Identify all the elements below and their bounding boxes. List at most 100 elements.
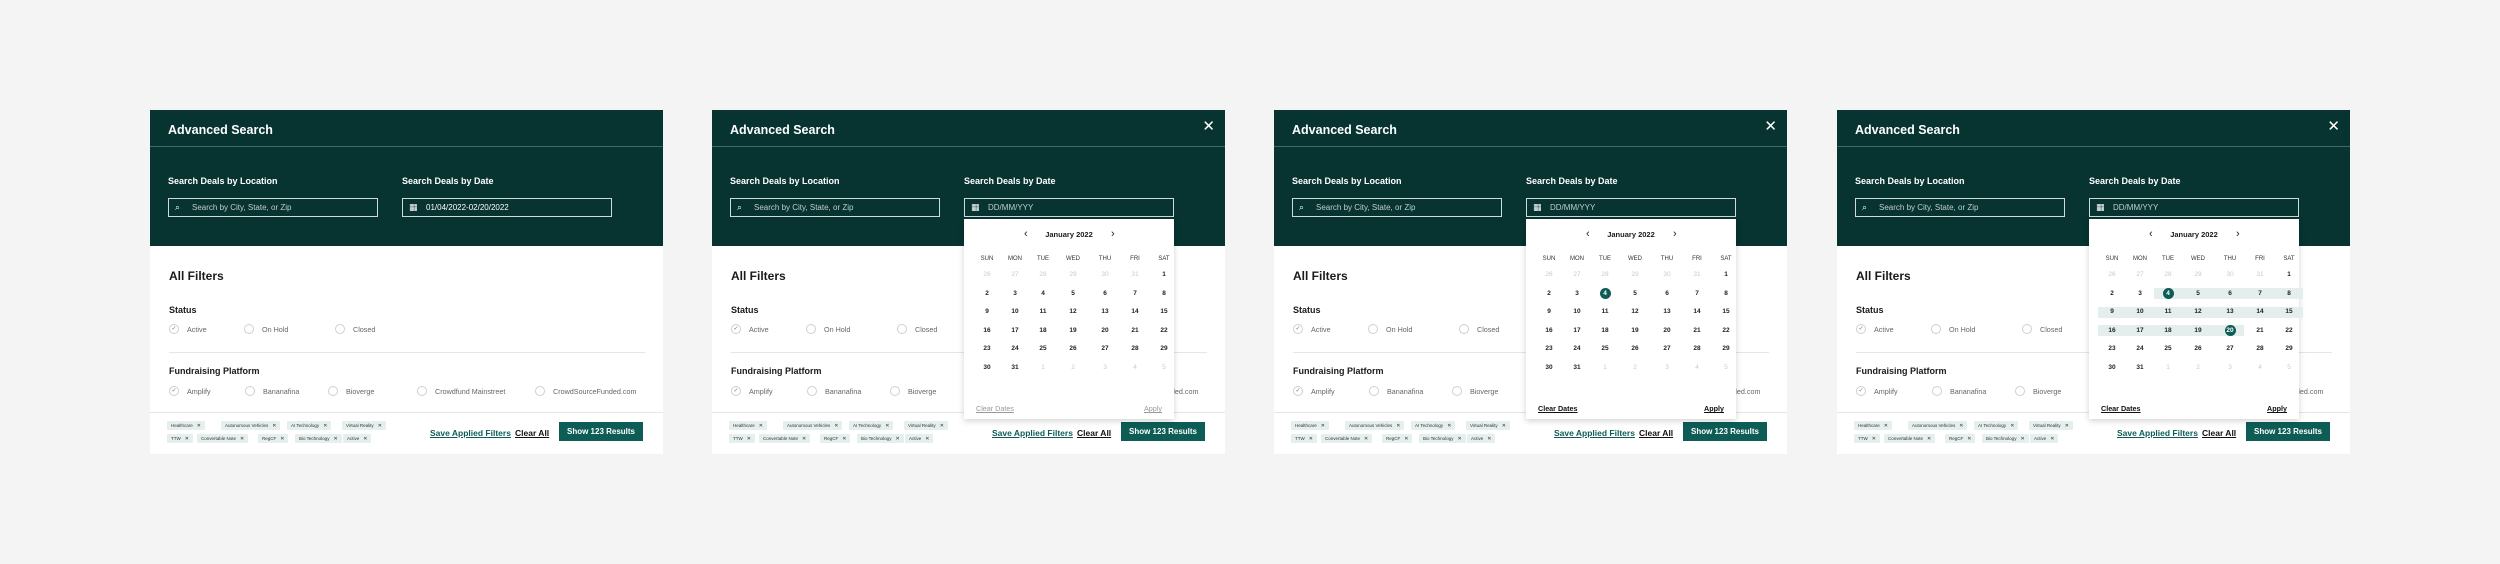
remove-chip-icon[interactable]: ✕ xyxy=(1502,423,1506,429)
checkbox-icon[interactable] xyxy=(1368,324,1378,334)
calendar-day[interactable]: 25 xyxy=(2155,343,2181,355)
calendar-day[interactable]: 17 xyxy=(1564,325,1590,337)
calendar-day[interactable]: 31 xyxy=(2127,362,2153,374)
platform-option-bioverge[interactable]: Bioverge xyxy=(2015,386,2061,396)
calendar-day[interactable]: 27 xyxy=(2217,343,2243,355)
save-applied-filters-link[interactable]: Save Applied Filters xyxy=(1554,428,1635,438)
remove-chip-icon[interactable]: ✕ xyxy=(1457,436,1461,442)
status-option-on-hold[interactable]: On Hold xyxy=(1368,324,1412,334)
remove-chip-icon[interactable]: ✕ xyxy=(240,436,244,442)
remove-chip-icon[interactable]: ✕ xyxy=(1404,436,1408,442)
checkbox-icon[interactable]: ✓ xyxy=(731,324,741,334)
remove-chip-icon[interactable]: ✕ xyxy=(1396,423,1400,429)
clear-dates-link[interactable]: Clear Dates xyxy=(2101,404,2141,413)
calendar-day[interactable]: 9 xyxy=(974,306,1000,318)
calendar-day[interactable]: 19 xyxy=(1622,325,1648,337)
checkbox-icon[interactable] xyxy=(335,324,345,334)
status-option-closed[interactable]: Closed xyxy=(897,324,937,334)
calendar-day[interactable]: 29 xyxy=(1713,343,1739,355)
remove-chip-icon[interactable]: ✕ xyxy=(1321,423,1325,429)
calendar-day[interactable]: 18 xyxy=(2155,325,2181,337)
calendar-day[interactable]: 27 xyxy=(1092,343,1118,355)
clear-dates-link[interactable]: Clear Dates xyxy=(976,404,1014,413)
chevron-right-icon[interactable]: › xyxy=(1111,229,1115,240)
calendar-day[interactable]: 6 xyxy=(1092,288,1118,300)
save-applied-filters-link[interactable]: Save Applied Filters xyxy=(992,428,1073,438)
calendar-day[interactable]: 30 xyxy=(1536,362,1562,374)
calendar-day[interactable]: 18 xyxy=(1030,325,1056,337)
platform-option-bioverge[interactable]: Bioverge xyxy=(890,386,936,396)
remove-chip-icon[interactable]: ✕ xyxy=(1447,423,1451,429)
calendar-day[interactable]: 5 xyxy=(1622,288,1648,300)
checkbox-icon[interactable] xyxy=(1459,324,1469,334)
chevron-left-icon[interactable]: ‹ xyxy=(2149,229,2153,240)
calendar-day[interactable]: 26 xyxy=(1060,343,1086,355)
remove-chip-icon[interactable]: ✕ xyxy=(280,436,284,442)
remove-chip-icon[interactable]: ✕ xyxy=(272,423,276,429)
remove-chip-icon[interactable]: ✕ xyxy=(2065,423,2069,429)
save-applied-filters-link[interactable]: Save Applied Filters xyxy=(430,428,511,438)
calendar-day[interactable]: 22 xyxy=(2276,325,2302,337)
remove-chip-icon[interactable]: ✕ xyxy=(1364,436,1368,442)
calendar-day[interactable]: 15 xyxy=(1713,306,1739,318)
calendar-day[interactable]: 7 xyxy=(1684,288,1710,300)
calendar-day[interactable]: 28 xyxy=(1684,343,1710,355)
calendar-day[interactable]: 21 xyxy=(1684,325,1710,337)
calendar-day[interactable]: 30 xyxy=(2099,362,2125,374)
calendar-day[interactable]: 23 xyxy=(1536,343,1562,355)
status-option-active[interactable]: ✓ Active xyxy=(731,324,769,334)
calendar-day[interactable]: 16 xyxy=(974,325,1000,337)
calendar-day[interactable]: 6 xyxy=(2217,288,2243,300)
remove-chip-icon[interactable]: ✕ xyxy=(1959,423,1963,429)
remove-chip-icon[interactable]: ✕ xyxy=(895,436,899,442)
platform-option-bananafina[interactable]: Bananafina xyxy=(1369,386,1423,396)
calendar-day[interactable]: 28 xyxy=(2247,343,2273,355)
calendar-day[interactable]: 17 xyxy=(2127,325,2153,337)
platform-option-bananafina[interactable]: Bananafina xyxy=(807,386,861,396)
calendar-day[interactable]: 4 xyxy=(1030,288,1056,300)
checkbox-icon[interactable] xyxy=(417,386,427,396)
status-option-on-hold[interactable]: On Hold xyxy=(1931,324,1975,334)
remove-chip-icon[interactable]: ✕ xyxy=(1967,436,1971,442)
clear-dates-link[interactable]: Clear Dates xyxy=(1538,404,1578,413)
remove-chip-icon[interactable]: ✕ xyxy=(323,423,327,429)
platform-option-amplify[interactable]: ✓ Amplify xyxy=(731,386,773,396)
checkbox-icon[interactable] xyxy=(1452,386,1462,396)
calendar-day[interactable]: 9 xyxy=(1536,306,1562,318)
status-option-closed[interactable]: Closed xyxy=(2022,324,2062,334)
remove-chip-icon[interactable]: ✕ xyxy=(363,436,367,442)
calendar-day[interactable]: 4 xyxy=(1592,288,1618,300)
date-range-input[interactable]: ▦ 01/04/2022-02/20/2022 xyxy=(402,198,612,217)
calendar-day[interactable]: 7 xyxy=(1122,288,1148,300)
chevron-right-icon[interactable]: › xyxy=(2236,229,2240,240)
calendar-day[interactable]: 22 xyxy=(1151,325,1177,337)
calendar-day[interactable]: 8 xyxy=(2276,288,2302,300)
status-option-active[interactable]: ✓ Active xyxy=(169,324,207,334)
calendar-day[interactable]: 26 xyxy=(2185,343,2211,355)
calendar-day[interactable]: 15 xyxy=(1151,306,1177,318)
calendar-day[interactable]: 11 xyxy=(2155,306,2181,318)
calendar-day[interactable]: 29 xyxy=(1151,343,1177,355)
calendar-day[interactable]: 20 xyxy=(1654,325,1680,337)
platform-option-bioverge[interactable]: Bioverge xyxy=(328,386,374,396)
date-range-input[interactable]: ▦ DD/MM/YYY xyxy=(2089,198,2299,217)
status-option-closed[interactable]: Closed xyxy=(1459,324,1499,334)
remove-chip-icon[interactable]: ✕ xyxy=(925,436,929,442)
calendar-day[interactable]: 1 xyxy=(1151,269,1177,281)
checkbox-icon[interactable] xyxy=(890,386,900,396)
calendar-day[interactable]: 17 xyxy=(1002,325,1028,337)
checkbox-icon[interactable] xyxy=(807,386,817,396)
platform-option-bioverge[interactable]: Bioverge xyxy=(1452,386,1498,396)
calendar-day[interactable]: 21 xyxy=(1122,325,1148,337)
checkbox-icon[interactable] xyxy=(1931,324,1941,334)
calendar-day[interactable]: 2 xyxy=(1536,288,1562,300)
calendar-day[interactable]: 22 xyxy=(1713,325,1739,337)
checkbox-icon[interactable] xyxy=(535,386,545,396)
calendar-day[interactable]: 8 xyxy=(1151,288,1177,300)
date-range-input[interactable]: ▦ DD/MM/YYY xyxy=(964,198,1174,217)
calendar-day[interactable]: 25 xyxy=(1030,343,1056,355)
platform-option-bananafina[interactable]: Bananafina xyxy=(245,386,299,396)
checkbox-icon[interactable]: ✓ xyxy=(1293,386,1303,396)
calendar-day[interactable]: 30 xyxy=(974,362,1000,374)
calendar-day[interactable]: 19 xyxy=(1060,325,1086,337)
